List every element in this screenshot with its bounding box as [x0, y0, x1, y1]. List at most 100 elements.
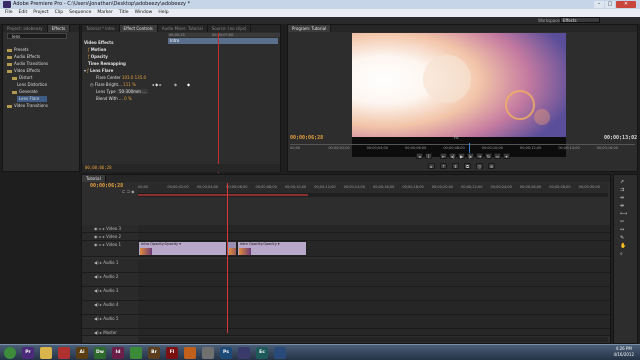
video-clip[interactable]: Intro Opacity:Opacity ▾: [138, 241, 228, 256]
explorer2-taskbar-icon[interactable]: [274, 347, 286, 359]
track-lane-video-3[interactable]: [138, 225, 610, 233]
explorer-taskbar-icon[interactable]: [40, 347, 52, 359]
acrobat-taskbar-icon[interactable]: [58, 347, 70, 359]
keyframe-icon[interactable]: ◆: [187, 82, 190, 87]
chrome-taskbar-icon[interactable]: [130, 347, 142, 359]
step-back-button[interactable]: ◂: [416, 153, 423, 159]
program-current-timecode[interactable]: 00;00;06;28: [290, 135, 323, 141]
loop-button[interactable]: ↻: [485, 153, 492, 159]
tree-lens-distortion[interactable]: Lens Distortion: [17, 82, 47, 88]
extract-button[interactable]: ⇞: [452, 163, 459, 169]
encore-taskbar-icon[interactable]: Ec: [256, 347, 268, 359]
hand-tool-icon[interactable]: ✋: [620, 243, 626, 249]
track-lane-audio-4[interactable]: [138, 301, 610, 315]
speaker-icon[interactable]: ◀): [94, 330, 99, 335]
program-playhead[interactable]: [469, 143, 471, 153]
output-button[interactable]: ▾: [503, 153, 510, 159]
firefox-taskbar-icon[interactable]: [184, 347, 196, 359]
tree-lens-flare[interactable]: Lens Flare: [17, 96, 47, 102]
track-header-master[interactable]: ◀) ▸ Master: [82, 329, 138, 336]
track-header-audio-3[interactable]: ◀) ▸ Audio 3: [82, 287, 138, 301]
play-button[interactable]: ▶: [458, 153, 465, 159]
ec-flare-brightness[interactable]: ◷ Flare Bright... 111 % ◂ ◆ ▸: [90, 82, 162, 88]
rolling-edit-tool-icon[interactable]: ⇼: [620, 203, 624, 209]
zoom-select[interactable]: Fit: [454, 135, 459, 140]
safe-margins-button[interactable]: ▭: [494, 153, 501, 159]
ripple-edit-tool-icon[interactable]: ⇹: [620, 195, 624, 201]
close-button[interactable]: ✕: [616, 1, 636, 8]
tab-program[interactable]: Program: Tutorial: [288, 25, 332, 32]
ec-opacity[interactable]: ƒ Opacity: [88, 54, 108, 60]
tree-presets[interactable]: Presets: [7, 47, 29, 53]
track-header-video-2[interactable]: ◉ ▫ ▸ Video 2: [82, 233, 138, 241]
ec-lens-flare[interactable]: ▾ ƒ Lens Flare: [84, 68, 113, 74]
dreamweaver-taskbar-icon[interactable]: Dw: [94, 347, 106, 359]
snap-icon[interactable]: ⊏ ⊐ ◆: [122, 189, 134, 194]
ec-time-remapping[interactable]: Time Remapping: [88, 61, 126, 67]
eye-icon[interactable]: ◉: [94, 242, 98, 247]
track-header-audio-4[interactable]: ◀) ▸ Audio 4: [82, 301, 138, 315]
menu-file[interactable]: File: [2, 9, 16, 17]
track-header-audio-5[interactable]: ◀) ▸ Audio 5: [82, 315, 138, 329]
ec-lens-type[interactable]: Lens Type 50-300mm ...: [96, 89, 149, 95]
step-forward-frame-button[interactable]: |▸: [467, 153, 474, 159]
track-lane-audio-2[interactable]: [138, 273, 610, 287]
speaker-icon[interactable]: ◀): [94, 274, 99, 279]
menu-sequence[interactable]: Sequence: [66, 9, 94, 17]
work-area-bar[interactable]: [138, 193, 608, 197]
track-lane-video-2[interactable]: [138, 233, 610, 241]
photoshop-taskbar-icon[interactable]: Ps: [220, 347, 232, 359]
program-ruler[interactable]: 00;00 00;00;02;00 00;00;04;00 00;00;06;00 00…: [290, 144, 635, 152]
track-lane-audio-1[interactable]: [138, 259, 610, 273]
rate-stretch-tool-icon[interactable]: ⟷: [620, 211, 627, 217]
ec-flare-center[interactable]: Flare Center 103.0 135.0: [96, 75, 146, 81]
slip-tool-icon[interactable]: ↔: [620, 227, 624, 233]
menu-clip[interactable]: Clip: [52, 9, 67, 17]
razor-tool-icon[interactable]: ✂: [620, 219, 624, 225]
tree-audio-effects[interactable]: Audio Effects: [7, 54, 40, 60]
lock-icon[interactable]: ▫: [99, 226, 102, 231]
track-header-video-1[interactable]: ◉ ▫ ▸ Video 1: [82, 241, 138, 257]
selection-tool-icon[interactable]: ➚: [620, 179, 624, 185]
menu-project[interactable]: Project: [30, 9, 51, 17]
tab-sequence[interactable]: Tutorial * Intro: [82, 25, 120, 32]
windows-start-taskbar-icon[interactable]: [4, 347, 16, 359]
tree-generate[interactable]: Generate: [12, 89, 38, 95]
timeline-playhead[interactable]: [227, 183, 229, 333]
flash-taskbar-icon[interactable]: Fl: [166, 347, 178, 359]
workspace-select[interactable]: Effects: [560, 17, 600, 23]
menu-help[interactable]: Help: [155, 9, 171, 17]
keyframe-nav-icon[interactable]: ◂ ◆ ▸: [152, 82, 162, 87]
maximize-button[interactable]: □: [605, 1, 615, 8]
timeline-timecode[interactable]: 00;00;06;28: [90, 183, 123, 189]
track-header-audio-1[interactable]: ◀) ▸ Audio 1: [82, 259, 138, 273]
pen-tool-icon[interactable]: ✎: [620, 235, 624, 241]
premiere-taskbar-icon[interactable]: Pr: [22, 347, 34, 359]
tree-audio-transitions[interactable]: Audio Transitions: [7, 61, 48, 67]
track-lane-audio-5[interactable]: [138, 315, 610, 329]
after-effects-taskbar-icon[interactable]: [238, 347, 250, 359]
timeline-scrollbar[interactable]: [138, 337, 608, 342]
timeline-ruler[interactable]: 00;00 00;00;02;00 00;00;04;00 00;00;06;00 00…: [138, 183, 608, 193]
tab-audio-mixer[interactable]: Audio Mixer: Tutorial: [158, 25, 208, 32]
tree-distort[interactable]: Distort: [12, 75, 33, 81]
ec-blend-original[interactable]: Blend With ... 0 %: [96, 96, 132, 102]
tree-video-effects[interactable]: Video Effects: [7, 68, 40, 74]
effects-search-input[interactable]: lens: [7, 33, 67, 39]
ec-clip-bar[interactable]: Intro: [168, 38, 278, 44]
ec-timecode[interactable]: 00;00;06;28: [85, 165, 112, 170]
menu-title[interactable]: Title: [116, 9, 132, 17]
lock-icon[interactable]: ▫: [99, 242, 102, 247]
track-select-tool-icon[interactable]: ⇉: [620, 187, 624, 193]
jog-button[interactable]: ≋: [488, 163, 495, 169]
speaker-icon[interactable]: ◀): [94, 260, 99, 265]
menu-edit[interactable]: Edit: [16, 9, 31, 17]
track-header-video-3[interactable]: ◉ ▫ ▸ Video 3: [82, 225, 138, 233]
menu-window[interactable]: Window: [132, 9, 156, 17]
track-lane-master[interactable]: [138, 329, 610, 336]
go-to-in-button[interactable]: ⇤: [440, 153, 447, 159]
speaker-icon[interactable]: ◀): [94, 288, 99, 293]
menu-marker[interactable]: Marker: [94, 9, 116, 17]
speaker-icon[interactable]: ◀): [94, 316, 99, 321]
video-clip[interactable]: [227, 241, 237, 256]
